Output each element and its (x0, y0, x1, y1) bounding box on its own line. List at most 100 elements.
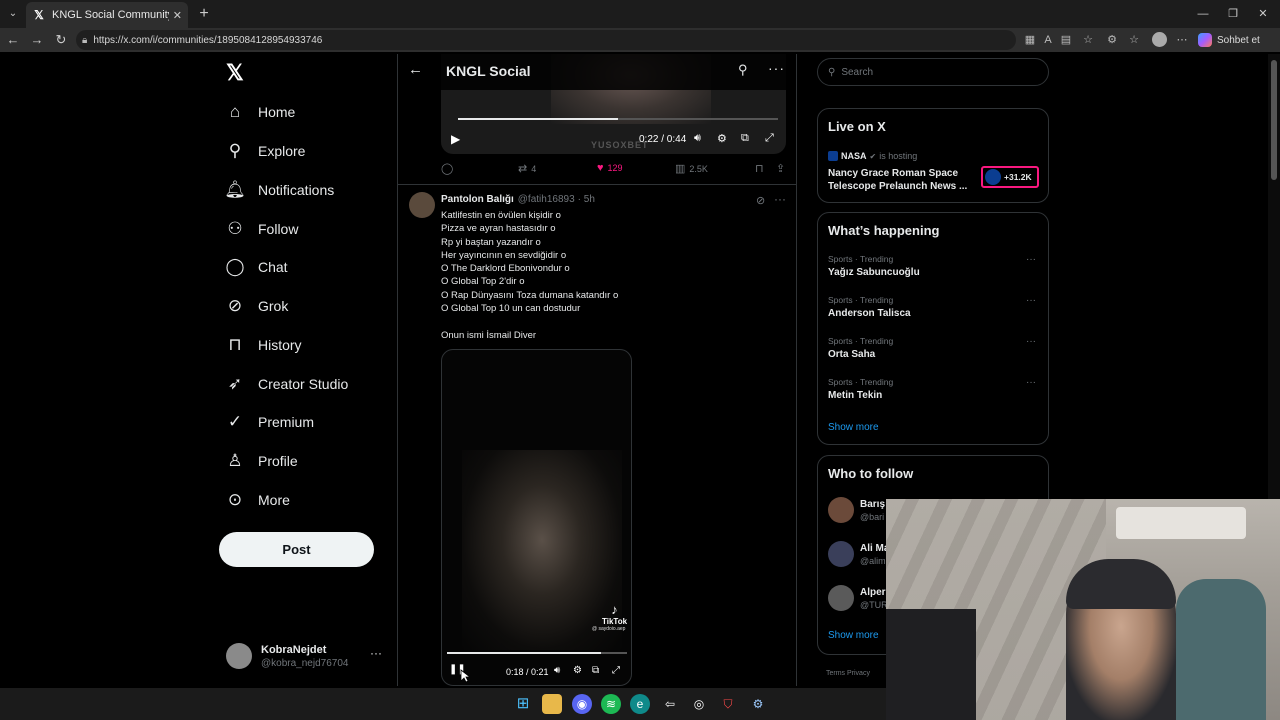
more-icon[interactable]: ··· (774, 192, 786, 206)
favorite-star-icon[interactable]: ☆ (1080, 32, 1096, 48)
edge-icon[interactable]: e (630, 694, 650, 714)
tab-list-icon[interactable]: ⌄ (4, 4, 22, 24)
new-tab-icon[interactable]: + (194, 4, 214, 24)
chat-icon: ◯ (225, 257, 245, 276)
video-frame (462, 450, 622, 650)
webcam-overlay (886, 499, 1280, 720)
sidebar-item-more[interactable]: ⊙ More (224, 486, 290, 514)
obs-icon[interactable]: ◎ (689, 694, 709, 714)
trend-item[interactable]: Sports · Trending Metin Tekin ··· (828, 377, 1040, 407)
views-button[interactable]: ▥ 2.5K (675, 162, 708, 175)
like-button[interactable]: ♥ 129 (597, 162, 623, 174)
bookmark-icon: ⊓ (755, 163, 764, 175)
live-show-title[interactable]: Nancy Grace Roman Space Telescope Prelau… (828, 167, 973, 193)
show-more-link[interactable]: Show more (828, 422, 879, 433)
volume-icon[interactable]: 🔊︎ (694, 132, 701, 145)
sidebar-item-chat[interactable]: ◯ Chat (224, 253, 287, 281)
fullscreen-icon[interactable]: ⤢ (612, 665, 620, 676)
more-icon[interactable]: ··· (1026, 377, 1036, 388)
sidebar-item-creator-studio[interactable]: ➶ Creator Studio (224, 370, 348, 398)
trend-item[interactable]: Sports · Trending Orta Saha ··· (828, 336, 1040, 366)
discord-icon[interactable]: ◉ (572, 694, 592, 714)
grok-icon[interactable]: ⊘ (756, 194, 765, 207)
verified-icon: ✓ (227, 412, 243, 431)
more-icon[interactable]: ··· (1026, 254, 1036, 265)
live-listener-badge[interactable]: +31.2K (981, 166, 1039, 188)
brave-icon[interactable]: ⛉ (718, 694, 738, 714)
show-more-link[interactable]: Show more (828, 630, 879, 641)
sidebar-item-label: History (258, 337, 302, 353)
more-icon[interactable]: ··· (1026, 295, 1036, 306)
settings-icon[interactable]: ⚙ (573, 665, 582, 676)
file-explorer-icon[interactable] (542, 694, 562, 714)
settings-icon[interactable]: ⚙ (717, 132, 727, 145)
sidebar-item-notifications[interactable]: 🔔︎ Notifications (224, 176, 334, 204)
more-icon[interactable]: ··· (1026, 336, 1036, 347)
pip-icon[interactable]: ⧉ (592, 665, 599, 676)
volume-icon[interactable]: 🔊︎ (554, 665, 560, 676)
refresh-icon[interactable]: ↻ (52, 31, 70, 49)
reader-icon[interactable]: ▤ (1058, 32, 1074, 48)
sidebar-item-explore[interactable]: ⚲ Explore (224, 137, 306, 165)
more-icon[interactable]: ··· (370, 646, 382, 660)
video-progress-bar[interactable] (458, 118, 778, 120)
back-arrow-icon[interactable]: ← (408, 61, 423, 78)
maximize-icon[interactable]: ❐ (1218, 4, 1248, 24)
reply-button[interactable]: ◯ (441, 162, 457, 175)
video-progress-fill (447, 652, 602, 654)
steam-icon[interactable]: ⚙ (748, 694, 768, 714)
live-host[interactable]: NASA ✔ is hosting (828, 151, 917, 161)
video-progress-bar[interactable] (447, 652, 627, 654)
play-icon[interactable]: ▶ (451, 132, 460, 146)
host-status: is hosting (879, 151, 918, 161)
repost-icon: ⇄ (518, 163, 528, 175)
account-switcher[interactable]: KobraNejdet @kobra_nejd76704 ··· (226, 640, 386, 672)
fullscreen-icon[interactable]: ⤢ (765, 132, 774, 145)
post-button[interactable]: Post (219, 532, 374, 567)
tweet-time[interactable]: · 5h (578, 194, 595, 205)
window-close-icon[interactable]: ✕ (1248, 4, 1278, 24)
search-icon[interactable]: ⚲ (738, 62, 748, 78)
webcam-cap (1066, 559, 1176, 609)
verified-icon: ✔ (869, 151, 877, 161)
profile-avatar-icon[interactable] (1152, 32, 1167, 47)
sidebar-item-premium[interactable]: ✓ Premium (224, 408, 314, 436)
translate-icon[interactable]: A (1040, 32, 1056, 48)
copilot-button[interactable]: Sohbet et (1198, 31, 1260, 49)
tweet-author-name[interactable]: Pantolon Balığı (441, 194, 514, 205)
browser-tab[interactable]: 𝕏 KNGL Social Community / X ✕ (26, 2, 188, 28)
bookmark-button[interactable]: ⊓ (755, 162, 768, 175)
windows-start-icon[interactable]: ⊞ (513, 694, 533, 714)
tweet-line (441, 315, 771, 328)
tweet-author-handle[interactable]: @fatih16893 (518, 194, 575, 205)
trend-item[interactable]: Sports · Trending Yağız Sabuncuoğlu ··· (828, 254, 1040, 284)
apps-icon[interactable]: ▦ (1022, 32, 1038, 48)
x-logo-icon[interactable]: 𝕏 (226, 62, 248, 84)
back-icon[interactable]: ← (4, 31, 22, 49)
sidebar-item-profile[interactable]: ♙ Profile (224, 447, 297, 475)
minimize-icon[interactable]: — (1188, 4, 1218, 24)
avatar[interactable] (409, 192, 435, 218)
search-input[interactable]: ⚲ Search (817, 58, 1049, 86)
spotify-icon[interactable]: ≋ (601, 694, 621, 714)
extension-icon[interactable]: ⚙ (1104, 32, 1120, 48)
sidebar-item-follow[interactable]: ⚇ Follow (224, 215, 298, 243)
sidebar-item-history[interactable]: ⊓ History (224, 331, 302, 359)
repost-button[interactable]: ⇄ 4 (518, 162, 536, 175)
app-icon[interactable]: ⇦ (660, 694, 680, 714)
tab-close-icon[interactable]: ✕ (173, 9, 182, 22)
more-icon[interactable]: ··· (768, 60, 785, 76)
share-button[interactable]: ⇪ (776, 162, 789, 175)
sidebar-item-home[interactable]: ⌂ Home (224, 98, 296, 126)
sidebar-item-grok[interactable]: ⊘ Grok (224, 292, 288, 320)
forward-icon[interactable]: → (28, 31, 46, 49)
video-player[interactable]: ♪ TikTok @ saydoio.aep ❚❚ 0:18 / 0:21 🔊︎… (441, 349, 632, 686)
trend-item[interactable]: Sports · Trending Anderson Talisca ··· (828, 295, 1040, 325)
collections-icon[interactable]: ☆ (1126, 32, 1142, 48)
footer-links[interactable]: Terms Privacy (826, 670, 870, 677)
browser-menu-icon[interactable]: ⋯ (1174, 32, 1190, 48)
pip-icon[interactable]: ⧉ (741, 132, 749, 145)
url-field[interactable]: 🔒︎ https://x.com/i/communities/189508412… (76, 30, 1016, 50)
listener-count: +31.2K (1004, 172, 1032, 182)
scroll-thumb[interactable] (1271, 60, 1277, 180)
